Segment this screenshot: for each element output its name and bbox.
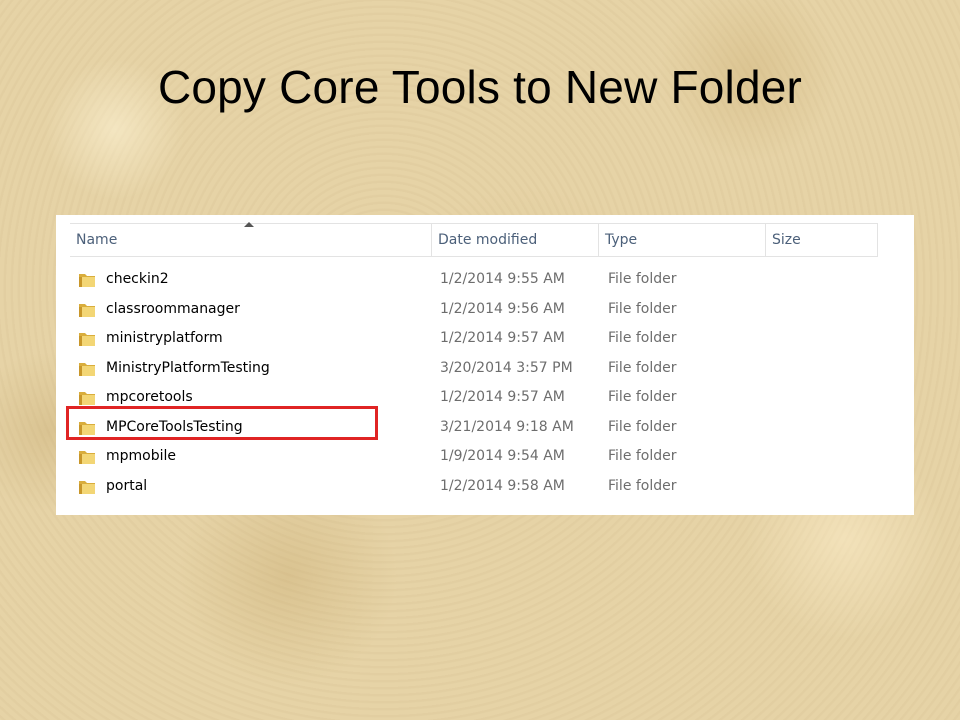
file-date-modified: 1/2/2014 9:55 AM (440, 271, 565, 287)
file-name: mpmobile (106, 448, 177, 464)
file-type: File folder (608, 359, 677, 376)
column-header-name-label: Name (76, 232, 118, 248)
file-type: File folder (608, 418, 677, 435)
file-type: File folder (608, 448, 677, 464)
file-row[interactable]: portal 1/2/2014 9:58 AM File folder (70, 472, 878, 501)
column-header-row: Name Date modified Type Size (70, 222, 878, 257)
folder-icon (79, 333, 95, 346)
sort-ascending-icon (244, 222, 254, 227)
file-type: File folder (608, 330, 677, 346)
file-name: classroommanager (106, 300, 240, 317)
column-header-date-modified[interactable]: Date modified (431, 224, 598, 256)
file-name: MinistryPlatformTesting (106, 359, 270, 376)
file-row[interactable]: ministryplatform 1/2/2014 9:57 AM File fol… (70, 324, 878, 353)
file-date-modified: 1/2/2014 9:58 AM (440, 477, 565, 494)
file-type: File folder (608, 271, 677, 287)
file-date-modified: 3/20/2014 3:57 PM (440, 359, 573, 376)
highlight-box (66, 406, 378, 440)
file-row[interactable]: classroommanager 1/2/2014 9:56 AM File fol… (70, 295, 878, 324)
file-date-modified: 1/2/2014 9:56 AM (440, 300, 565, 317)
file-row[interactable]: checkin2 1/2/2014 9:55 AM File folder (70, 265, 878, 294)
file-row[interactable]: mpmobile 1/9/2014 9:54 AM File folder (70, 442, 878, 471)
file-row[interactable]: MinistryPlatformTesting 3/20/2014 3:57 PM… (70, 354, 878, 383)
slide-title: Copy Core Tools to New Folder (157, 61, 803, 113)
file-date-modified: 1/9/2014 9:54 AM (440, 448, 565, 464)
column-header-name[interactable]: Name (70, 222, 430, 256)
folder-icon (79, 451, 95, 464)
file-name: checkin2 (106, 271, 169, 287)
file-type: File folder (608, 300, 677, 317)
file-date-modified: 3/21/2014 9:18 AM (440, 418, 574, 435)
folder-icon (79, 362, 95, 376)
folder-icon (79, 303, 95, 317)
column-header-size[interactable]: Size (765, 224, 878, 256)
file-type: File folder (608, 477, 677, 494)
folder-icon (79, 480, 95, 494)
folder-icon (79, 274, 95, 287)
folder-icon (79, 392, 95, 405)
column-header-type[interactable]: Type (598, 224, 765, 256)
file-date-modified: 1/2/2014 9:57 AM (440, 330, 565, 346)
file-date-modified: 1/2/2014 9:57 AM (440, 389, 565, 405)
file-explorer-list: Name Date modified Type Size checkin2 1/2… (56, 215, 914, 515)
file-name: portal (106, 477, 148, 494)
file-name: ministryplatform (106, 330, 223, 346)
file-type: File folder (608, 389, 677, 405)
